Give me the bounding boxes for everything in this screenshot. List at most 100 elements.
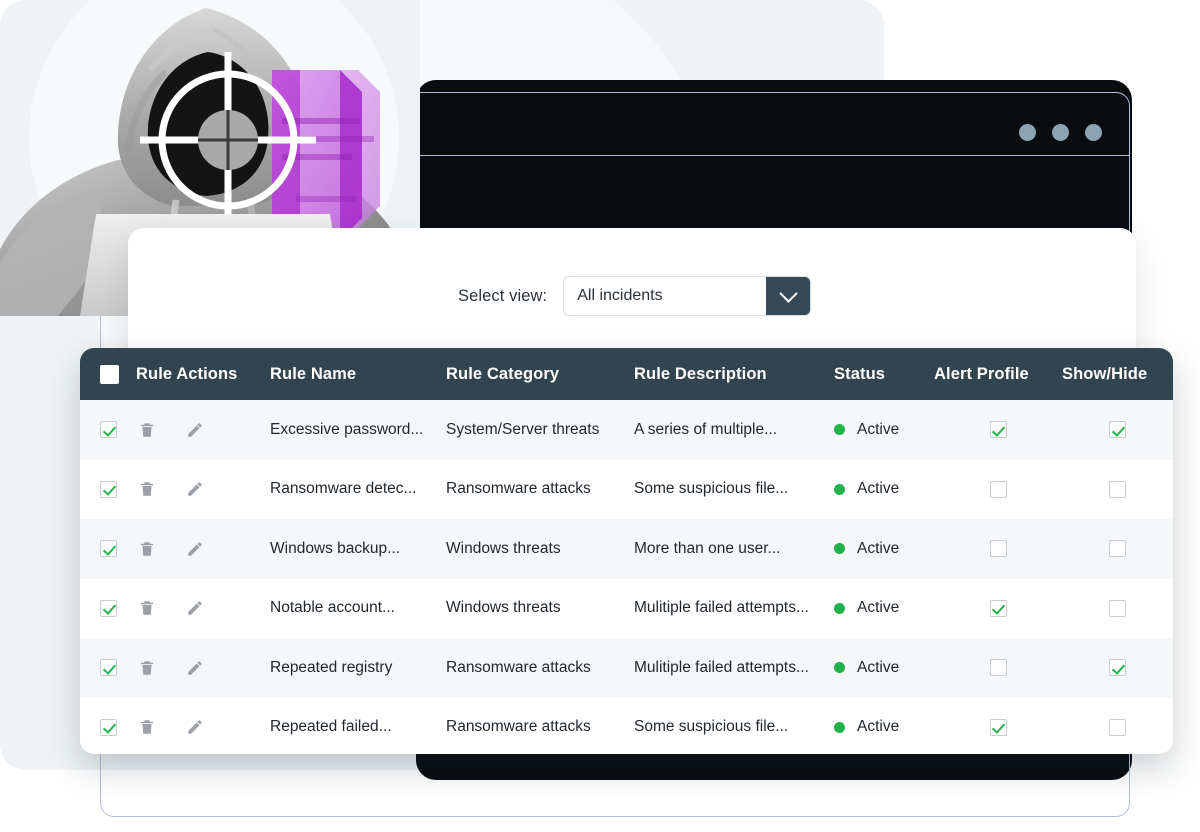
row-select-cell[interactable] <box>80 519 136 579</box>
row-status-cell: Active <box>834 460 934 520</box>
alert-profile-checkbox[interactable] <box>990 481 1007 498</box>
table-body: Excessive password...System/Server threa… <box>80 400 1173 754</box>
row-select-checkbox[interactable] <box>100 719 117 736</box>
table-row[interactable]: Notable account...Windows threatsMulitip… <box>80 579 1173 639</box>
row-select-cell[interactable] <box>80 638 136 698</box>
column-rule-actions[interactable]: Rule Actions <box>136 348 270 400</box>
select-view-label: Select view: <box>458 287 547 306</box>
row-rule-category: Ransomware attacks <box>446 698 634 755</box>
show-hide-checkbox[interactable] <box>1109 600 1126 617</box>
row-rule-name: Repeated registry <box>270 638 446 698</box>
row-select-checkbox[interactable] <box>100 540 117 557</box>
table-row[interactable]: Ransomware detec...Ransomware attacksSom… <box>80 460 1173 520</box>
row-actions-cell <box>136 460 270 520</box>
edit-icon[interactable] <box>186 659 204 677</box>
row-show-hide-cell[interactable] <box>1062 698 1173 755</box>
edit-icon[interactable] <box>186 718 204 736</box>
row-actions-cell <box>136 400 270 460</box>
row-select-cell[interactable] <box>80 579 136 639</box>
row-select-cell[interactable] <box>80 400 136 460</box>
row-status-cell: Active <box>834 638 934 698</box>
column-show-hide[interactable]: Show/Hide <box>1062 348 1173 400</box>
row-select-checkbox[interactable] <box>100 481 117 498</box>
row-show-hide-cell[interactable] <box>1062 579 1173 639</box>
alert-profile-checkbox[interactable] <box>990 719 1007 736</box>
table-row[interactable]: Repeated failed...Ransomware attacksSome… <box>80 698 1173 755</box>
alert-profile-checkbox[interactable] <box>990 421 1007 438</box>
row-rule-description: A series of multiple... <box>634 400 834 460</box>
column-alert-profile[interactable]: Alert Profile <box>934 348 1062 400</box>
row-show-hide-cell[interactable] <box>1062 460 1173 520</box>
row-select-cell[interactable] <box>80 460 136 520</box>
row-rule-category: Ransomware attacks <box>446 460 634 520</box>
row-show-hide-cell[interactable] <box>1062 400 1173 460</box>
show-hide-checkbox[interactable] <box>1109 659 1126 676</box>
status-dot-icon <box>834 603 845 614</box>
row-actions-cell <box>136 519 270 579</box>
edit-icon[interactable] <box>186 480 204 498</box>
row-actions-cell <box>136 698 270 755</box>
select-view-dropdown[interactable]: All incidents <box>563 276 811 316</box>
row-rule-name: Ransomware detec... <box>270 460 446 520</box>
row-rule-category: Ransomware attacks <box>446 638 634 698</box>
status-dot-icon <box>834 543 845 554</box>
row-status-cell: Active <box>834 400 934 460</box>
row-show-hide-cell[interactable] <box>1062 638 1173 698</box>
row-status-cell: Active <box>834 519 934 579</box>
chevron-down-icon[interactable] <box>766 277 810 315</box>
status-label: Active <box>857 659 899 677</box>
row-rule-name: Notable account... <box>270 579 446 639</box>
select-view-value[interactable]: All incidents <box>564 277 766 315</box>
show-hide-checkbox[interactable] <box>1109 421 1126 438</box>
row-rule-description: More than one user... <box>634 519 834 579</box>
row-select-checkbox[interactable] <box>100 659 117 676</box>
status-label: Active <box>857 480 899 498</box>
row-alert-profile-cell[interactable] <box>934 638 1062 698</box>
delete-icon[interactable] <box>138 718 156 736</box>
edit-icon[interactable] <box>186 421 204 439</box>
row-rule-description: Mulitiple failed attempts... <box>634 579 834 639</box>
row-alert-profile-cell[interactable] <box>934 698 1062 755</box>
row-actions-cell <box>136 579 270 639</box>
row-alert-profile-cell[interactable] <box>934 460 1062 520</box>
delete-icon[interactable] <box>138 659 156 677</box>
show-hide-checkbox[interactable] <box>1109 481 1126 498</box>
row-alert-profile-cell[interactable] <box>934 579 1062 639</box>
select-all-checkbox[interactable] <box>100 365 119 384</box>
delete-icon[interactable] <box>138 421 156 439</box>
table-row[interactable]: Excessive password...System/Server threa… <box>80 400 1173 460</box>
edit-icon[interactable] <box>186 540 204 558</box>
table-header-row: Rule Actions Rule Name Rule Category Rul… <box>80 348 1173 400</box>
show-hide-checkbox[interactable] <box>1109 540 1126 557</box>
delete-icon[interactable] <box>138 480 156 498</box>
table-row[interactable]: Windows backup...Windows threatsMore tha… <box>80 519 1173 579</box>
row-select-cell[interactable] <box>80 698 136 755</box>
row-show-hide-cell[interactable] <box>1062 519 1173 579</box>
row-select-checkbox[interactable] <box>100 600 117 617</box>
rules-table: Rule Actions Rule Name Rule Category Rul… <box>80 348 1173 754</box>
delete-icon[interactable] <box>138 599 156 617</box>
status-label: Active <box>857 421 899 439</box>
delete-icon[interactable] <box>138 540 156 558</box>
row-rule-name: Repeated failed... <box>270 698 446 755</box>
status-dot-icon <box>834 722 845 733</box>
row-rule-category: Windows threats <box>446 519 634 579</box>
column-rule-name[interactable]: Rule Name <box>270 348 446 400</box>
row-rule-category: System/Server threats <box>446 400 634 460</box>
status-dot-icon <box>834 662 845 673</box>
show-hide-checkbox[interactable] <box>1109 719 1126 736</box>
status-label: Active <box>857 599 899 617</box>
edit-icon[interactable] <box>186 599 204 617</box>
row-alert-profile-cell[interactable] <box>934 400 1062 460</box>
column-status[interactable]: Status <box>834 348 934 400</box>
row-rule-description: Some suspicious file... <box>634 460 834 520</box>
alert-profile-checkbox[interactable] <box>990 600 1007 617</box>
column-rule-category[interactable]: Rule Category <box>446 348 634 400</box>
alert-profile-checkbox[interactable] <box>990 540 1007 557</box>
alert-profile-checkbox[interactable] <box>990 659 1007 676</box>
row-alert-profile-cell[interactable] <box>934 519 1062 579</box>
row-select-checkbox[interactable] <box>100 421 117 438</box>
column-rule-description[interactable]: Rule Description <box>634 348 834 400</box>
table-row[interactable]: Repeated registryRansomware attacksMulit… <box>80 638 1173 698</box>
row-actions-cell <box>136 638 270 698</box>
